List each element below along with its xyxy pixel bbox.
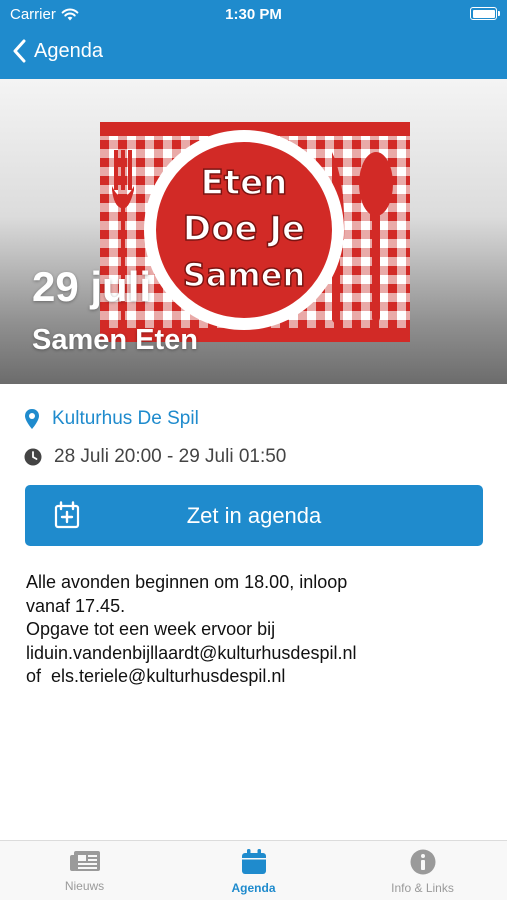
image-text-line-1: Eten bbox=[201, 163, 288, 203]
back-label: Agenda bbox=[34, 39, 103, 62]
tab-agenda[interactable]: Agenda bbox=[169, 849, 338, 895]
description-line: Alle avonden beginnen om 18.00, inloop bbox=[26, 572, 348, 592]
description-email-line[interactable]: liduin.vandenbijllaardt@kulturhusdespil.… bbox=[26, 642, 486, 666]
tab-nieuws[interactable]: Nieuws bbox=[0, 849, 169, 893]
status-time: 1:30 PM bbox=[225, 6, 282, 23]
battery-icon bbox=[470, 7, 500, 20]
event-time: 28 Juli 20:00 - 29 Juli 01:50 bbox=[24, 446, 286, 468]
status-bar: Carrier 1:30 PM bbox=[0, 0, 507, 30]
time-label: 28 Juli 20:00 - 29 Juli 01:50 bbox=[54, 446, 287, 467]
tab-label: Nieuws bbox=[64, 879, 105, 893]
tab-label: Agenda bbox=[231, 881, 276, 895]
info-icon bbox=[410, 849, 435, 875]
description-email-line[interactable]: of els.teriele@kulturhusdespil.nl bbox=[26, 665, 486, 689]
chevron-left-icon bbox=[13, 39, 26, 63]
location-pin-icon bbox=[25, 409, 39, 429]
back-button[interactable]: Agenda bbox=[12, 39, 103, 63]
event-date: 29 juli bbox=[32, 263, 152, 310]
calendar-icon bbox=[241, 849, 266, 874]
location-label: Kulturhus De Spil bbox=[52, 408, 199, 429]
tab-label: Info & Links bbox=[391, 881, 454, 895]
event-hero: Eten Doe Je Samen 29 juli Samen Eten bbox=[0, 79, 507, 384]
image-text-line-2: Doe Je bbox=[183, 209, 305, 249]
description-line: vanaf 17.45. bbox=[26, 595, 126, 616]
newspaper-icon bbox=[69, 851, 100, 871]
add-to-calendar-label: Zet in agenda bbox=[186, 503, 322, 528]
event-location[interactable]: Kulturhus De Spil bbox=[24, 408, 199, 430]
navigation-bar: Agenda bbox=[0, 30, 507, 79]
event-description: Alle avonden beginnen om 18.00, inloop v… bbox=[26, 571, 486, 689]
tab-info-links[interactable]: Info & Links bbox=[338, 849, 507, 895]
clock-icon bbox=[24, 448, 42, 466]
add-to-calendar-button[interactable]: Zet in agenda bbox=[25, 485, 483, 546]
description-line: Opgave tot een week ervoor bij bbox=[26, 619, 276, 639]
event-title: Samen Eten bbox=[32, 324, 198, 356]
tab-bar: Nieuws Agenda Info & Links bbox=[0, 840, 507, 900]
image-text-line-3: Samen bbox=[183, 256, 305, 294]
